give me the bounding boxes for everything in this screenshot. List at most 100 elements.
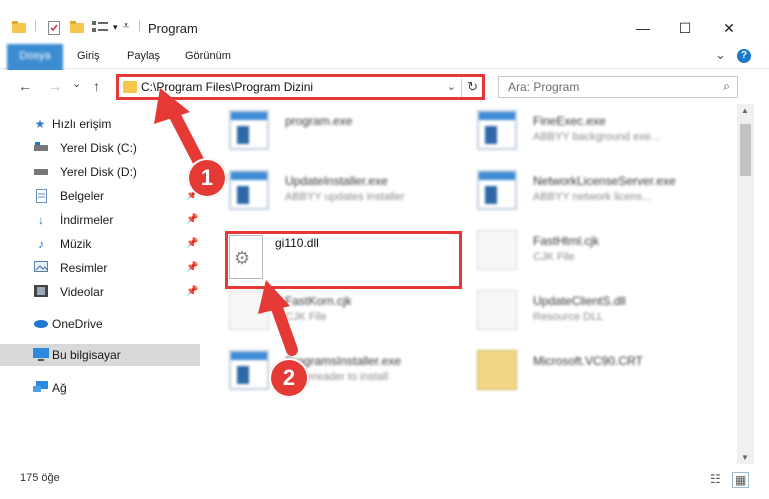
title-bar: | ▾ ⩡ | Program — ☐ ✕ [0,0,769,44]
recent-locations-button[interactable]: ⌄ [72,77,81,90]
maximize-button[interactable]: ☐ [670,20,700,37]
properties-icon[interactable] [48,21,60,38]
application-icon [477,170,517,210]
drive-icon [34,165,48,179]
folder-icon [477,350,517,390]
file-icon [477,290,517,330]
address-bar[interactable]: C:\Program Files\Program Dizini ⌄ ↻ [116,74,485,100]
separator: | [138,18,142,32]
address-path[interactable]: C:\Program Files\Program Dizini [141,80,313,94]
sidebar-item-music[interactable]: ♪ Müzik 📌 [0,233,200,255]
address-dropdown-icon[interactable]: ⌄ [447,80,456,93]
large-icons-view-icon[interactable]: ▦ [732,472,750,488]
file-name: FastKorn.cjk [285,294,352,308]
scroll-up-icon[interactable]: ▲ [741,106,749,115]
sidebar-item-label: Resimler [60,261,108,275]
list-item[interactable]: FineExec.exe ABBYY background exe... [453,104,693,156]
vertical-scrollbar[interactable]: ▲ ▼ [737,104,754,464]
list-item[interactable]: FastHtml.cjk CJK File [453,224,693,276]
file-icon [229,290,269,330]
file-icon [477,230,517,270]
list-item[interactable]: ProgramsInstaller.exe Y finereader to in… [205,344,445,396]
back-button[interactable]: ← [18,78,32,94]
quick-access-toolbar-icon[interactable]: ⩡ [123,20,129,33]
list-item[interactable]: program.exe [205,104,445,156]
sidebar-item-network[interactable]: Ağ [0,377,200,399]
pin-icon[interactable]: 📌 [186,214,198,225]
tab-home[interactable]: Giriş [67,44,110,69]
scroll-thumb[interactable] [740,124,751,176]
help-icon[interactable]: ? [737,49,751,63]
list-item[interactable]: NetworkLicenseServer.exe ABBYY network l… [453,164,693,216]
customize-dropdown-icon[interactable]: ▾ [113,22,118,33]
refresh-button[interactable]: ↻ [461,79,478,97]
tab-share[interactable]: Paylaş [117,44,170,69]
file-name: UpdateInstaller.exe [285,174,388,188]
file-description: CJK File [285,311,327,323]
application-icon [229,170,269,210]
pin-icon[interactable]: 📌 [186,262,198,273]
sidebar-item-label: Yerel Disk (C:) [60,141,137,155]
file-name: FineExec.exe [533,114,606,128]
sidebar-item-pictures[interactable]: Resimler 📌 [0,257,200,279]
ribbon-expand-icon[interactable]: ⌄ [715,47,726,63]
search-box[interactable]: Ara: Program ⌕ [498,76,738,98]
file-description: CJK File [533,251,575,263]
file-description: ABBYY network licens... [533,191,652,203]
forward-button[interactable]: → [48,78,62,94]
step-1-badge: 1 [187,158,227,198]
close-button[interactable]: ✕ [714,20,744,37]
search-icon[interactable]: ⌕ [723,79,730,94]
file-name: FastHtml.cjk [533,234,599,248]
pin-icon[interactable]: 📌 [186,286,198,297]
computer-icon [33,348,49,362]
star-icon: ★ [34,117,46,131]
item-count: 175 öğe [20,472,60,484]
sidebar-item-label: Müzik [60,237,92,251]
file-description: Resource DLL [533,311,604,323]
pin-icon[interactable]: 📌 [186,238,198,249]
application-icon [477,110,517,150]
sidebar-item-label: Ağ [52,381,67,395]
sidebar-item-local-disk-c[interactable]: Yerel Disk (C:) [0,137,200,159]
list-item[interactable]: FastKorn.cjk CJK File [205,284,445,336]
details-view-icon[interactable]: ☷ [710,472,721,486]
up-button[interactable]: ↑ [93,78,100,94]
view-options-icon[interactable] [92,21,108,36]
navigation-bar: ← → ⌄ ↑ C:\Program Files\Program Dizini … [0,70,769,104]
sidebar-item-label: OneDrive [52,317,103,331]
sidebar-item-onedrive[interactable]: OneDrive [0,313,200,335]
file-description: ABBYY updates installer [285,191,405,203]
sidebar-item-downloads[interactable]: ↓ İndirmeler 📌 [0,209,200,231]
sidebar-item-this-pc[interactable]: Bu bilgisayar [0,344,200,366]
file-name: program.exe [285,114,353,128]
sidebar-item-label: Belgeler [60,189,105,203]
sidebar-item-quick-access[interactable]: ★ Hızlı erişim [0,113,200,135]
sidebar-item-videos[interactable]: Videolar 📌 [0,281,200,303]
step-2-badge: 2 [269,358,309,398]
folder-icon[interactable] [12,21,26,36]
new-folder-icon[interactable] [70,21,84,36]
sidebar-item-label: Videolar [60,285,104,299]
highlight-box [225,231,462,289]
scroll-down-icon[interactable]: ▼ [741,453,749,462]
application-icon [229,350,269,390]
list-item[interactable]: Microsoft.VC90.CRT [453,344,693,396]
cloud-icon [33,317,48,331]
sidebar-item-label: Bu bilgisayar [52,348,121,362]
list-item[interactable]: UpdateClientS.dll Resource DLL [453,284,693,336]
sidebar-item-label: Yerel Disk (D:) [60,165,137,179]
list-item[interactable]: UpdateInstaller.exe ABBYY updates instal… [205,164,445,216]
file-name: Microsoft.VC90.CRT [533,354,643,368]
music-icon: ♪ [38,237,44,251]
video-icon [34,285,48,299]
document-icon [34,189,48,203]
navigation-pane: ★ Hızlı erişim Yerel Disk (C:) Yerel Dis… [0,108,205,463]
sidebar-item-label: Hızlı erişim [52,117,112,131]
search-input[interactable]: Ara: Program [508,80,579,94]
sidebar-item-label: İndirmeler [60,213,114,227]
tab-view[interactable]: Görünüm [175,44,241,69]
sidebar-item-documents[interactable]: Belgeler 📌 [0,185,200,207]
minimize-button[interactable]: — [628,20,658,36]
sidebar-item-local-disk-d[interactable]: Yerel Disk (D:) [0,161,200,183]
